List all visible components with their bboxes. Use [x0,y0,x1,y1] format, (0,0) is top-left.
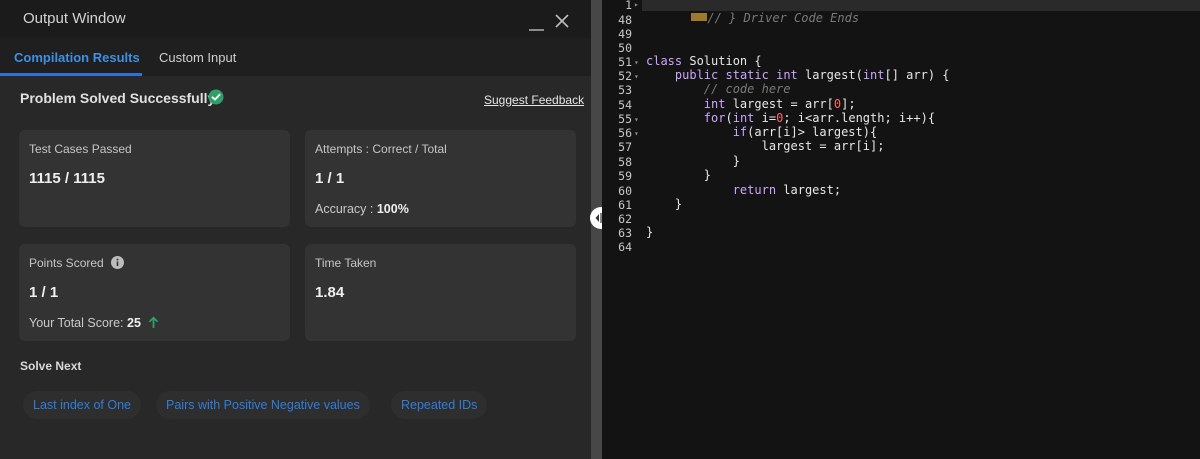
points-value: 1 / 1 [29,284,59,301]
test-cases-card: Test Cases Passed 1115 / 1115 [19,130,290,227]
attempts-value: 1 / 1 [315,170,345,187]
code-line: if(arr[i]> largest){ [732,125,878,139]
points-label: Points Scored [29,256,104,270]
attempts-label: Attempts : Correct / Total [315,142,447,156]
tab-bar: Compilation Results Custom Input [0,38,591,76]
fold-marker-icon[interactable]: ▾ [634,58,641,67]
total-score-row: Your Total Score: 25 [29,316,159,330]
time-card: Time Taken 1.84 [305,244,576,341]
line-number: 54 [618,98,632,112]
line-number: 59 [618,169,632,183]
output-window-title: Output Window [23,10,126,27]
close-icon [555,14,569,28]
code-line-folded: // } Driver Code Ends [648,0,859,39]
solve-next-chip[interactable]: Last index of One [23,391,141,419]
code-line: for(int i=0; i<arr.length; i++){ [703,111,936,125]
accuracy-label: Accuracy : [315,202,374,216]
fold-marker-icon[interactable]: ▸ [634,0,641,9]
fold-marker-icon[interactable]: ▾ [634,115,641,124]
time-value: 1.84 [315,284,345,301]
output-panel: Output Window Compilation Results Custom… [0,0,591,459]
total-score-value: 25 [127,316,141,330]
code-line: // code here [646,82,791,96]
close-button[interactable] [553,12,571,30]
line-number: 49 [618,27,632,41]
line-number: 57 [618,140,632,154]
code-line: int largest = arr[0]; [703,97,856,111]
line-number: 48 [618,13,632,27]
suggest-feedback-link[interactable]: Suggest Feedback [484,93,584,107]
code-line: largest = arr[i]; [646,139,885,153]
test-cases-label: Test Cases Passed [29,142,132,156]
code-line: class Solution { [646,54,762,68]
code-line: } [646,154,740,168]
line-number: 58 [618,155,632,169]
accuracy-row: Accuracy : 100% [315,202,409,216]
arrow-up-icon [149,316,159,328]
code-editor[interactable]: 1 ▸ 48 49 50 51 ▾ 52 ▾ 53 54 55 ▾ 56 ▾ 5… [602,0,1200,459]
points-label-row: Points Scored [29,256,125,270]
info-icon[interactable] [111,256,125,269]
line-number: 63 [618,226,632,240]
solve-next-heading: Solve Next [20,359,82,373]
accuracy-value: 100% [376,202,409,216]
line-number: 62 [618,212,632,226]
line-number: 55 [618,112,632,126]
line-number: 61 [618,198,632,212]
line-number: 53 [618,83,632,97]
line-number-gutter: 1 ▸ 48 49 50 51 ▾ 52 ▾ 53 54 55 ▾ 56 ▾ 5… [602,0,642,459]
points-card: Points Scored 1 / 1 Your Total Score: 25 [19,244,290,341]
line-number: 56 [618,126,632,140]
code-line: } [646,225,654,239]
line-number: 52 [618,69,632,83]
status-message: Problem Solved Successfully [20,90,216,106]
test-cases-value: 1115 / 1115 [29,170,105,187]
line-number: 60 [618,184,632,198]
fold-marker-icon[interactable]: ▾ [634,129,641,138]
tab-custom-input[interactable]: Custom Input [159,50,236,65]
fold-marker-icon[interactable]: ▾ [634,72,641,81]
fold-badge-icon[interactable] [691,13,708,21]
app-root: Output Window Compilation Results Custom… [0,0,1200,459]
line-number: 51 [618,55,632,69]
solve-next-chip[interactable]: Pairs with Positive Negative values [156,391,370,419]
active-tab-indicator [0,73,142,76]
code-line: return largest; [732,183,842,197]
total-score-label: Your Total Score: [29,316,124,330]
code-line: } [646,168,712,182]
panel-divider[interactable] [591,0,602,459]
line-number: 64 [618,240,632,254]
line-number: 1 [625,0,632,12]
attempts-card: Attempts : Correct / Total 1 / 1 Accurac… [305,130,576,227]
output-header: Output Window [0,0,591,38]
time-label: Time Taken [315,256,377,270]
code-line: public static int largest(int[] arr) { [674,68,950,82]
tab-compilation-results[interactable]: Compilation Results [14,50,140,65]
line-number: 50 [618,41,632,55]
code-line: } [646,197,683,211]
comment-text: // } Driver Code Ends [707,11,860,25]
check-circle-icon [208,89,224,105]
solve-next-chip[interactable]: Repeated IDs [391,391,488,419]
minimize-button[interactable] [528,14,546,32]
